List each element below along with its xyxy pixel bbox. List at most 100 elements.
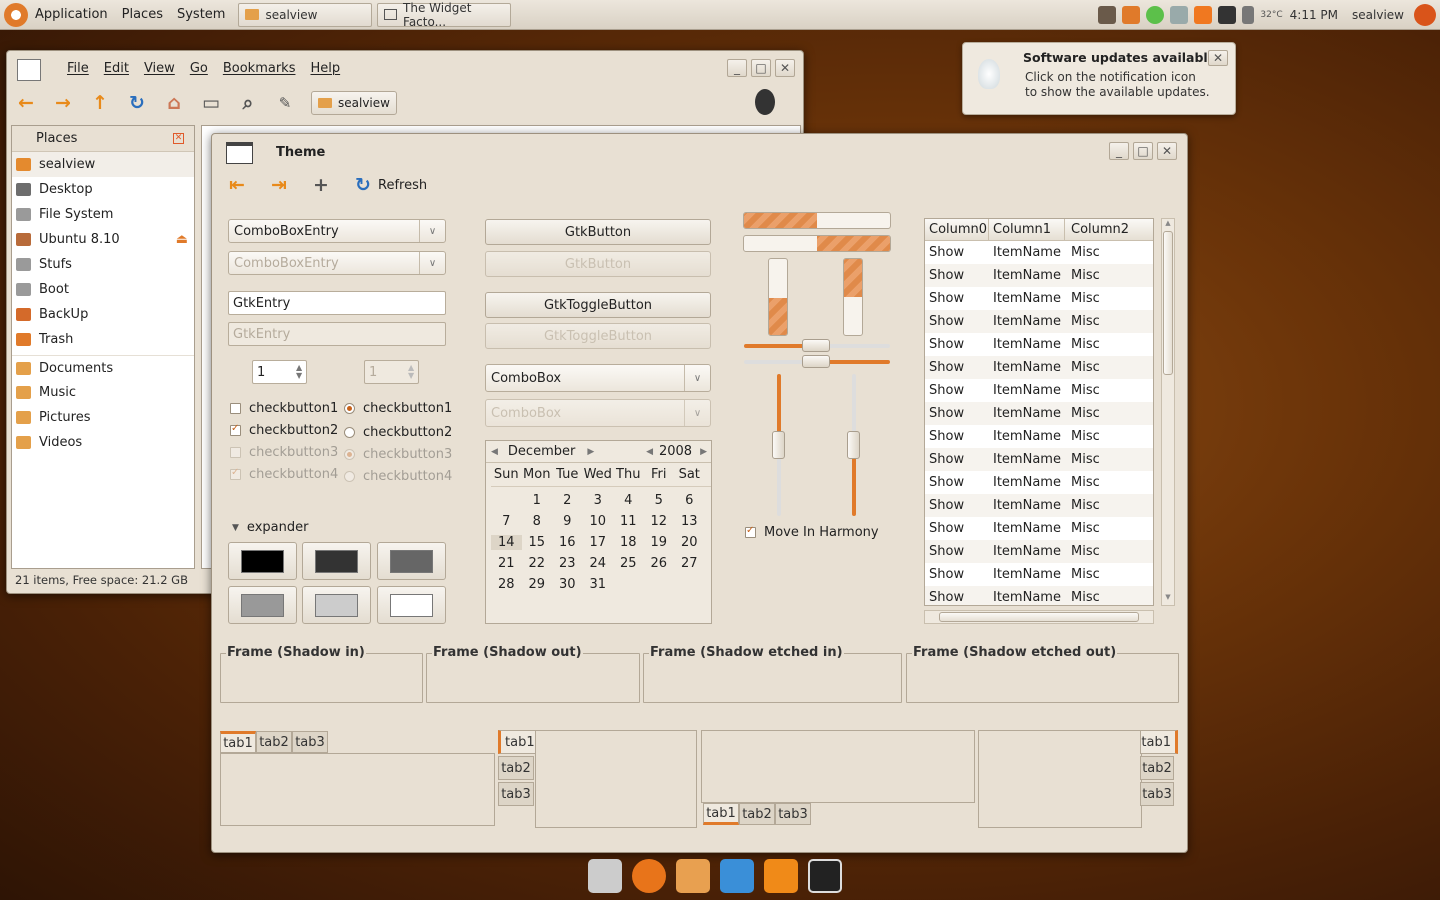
color-button[interactable] (377, 542, 446, 580)
checkbutton-1[interactable]: checkbutton1 (230, 401, 338, 416)
vertical-scrollbar[interactable]: ▲ ▼ (1161, 218, 1175, 606)
keyring-icon[interactable] (1170, 5, 1189, 24)
tab-tab3[interactable]: tab3 (1140, 782, 1174, 806)
help-menu[interactable]: Help (310, 61, 340, 76)
tab-tab1[interactable]: tab1 (220, 731, 256, 753)
home-icon[interactable]: ⌂ (163, 92, 185, 114)
close-sidebar-icon[interactable]: ✕ (173, 133, 184, 144)
go-menu[interactable]: Go (190, 61, 208, 76)
sidebar-item-backup[interactable]: BackUp (12, 302, 194, 327)
file-transfer-icon[interactable] (676, 859, 710, 893)
vscale-1-slider[interactable] (772, 431, 785, 459)
system-menu[interactable]: System (170, 7, 232, 22)
checkbox[interactable] (745, 525, 756, 538)
maximize-button[interactable]: □ (1133, 142, 1153, 160)
sidebar-item-videos[interactable]: Videos (12, 430, 194, 455)
sidebar-item-file-system[interactable]: File System (12, 202, 194, 227)
table-row[interactable]: Show ItemName Misc (925, 241, 1153, 264)
task-button-sealview[interactable]: sealview (238, 2, 373, 27)
checkbox[interactable] (230, 403, 241, 414)
close-button[interactable]: ✕ (775, 59, 795, 77)
calendar-day[interactable]: 22 (522, 556, 553, 571)
computer-icon[interactable]: ▭ (200, 92, 222, 114)
calendar-day[interactable]: 12 (644, 514, 675, 529)
tab-tab2[interactable]: tab2 (1140, 756, 1174, 780)
refresh-button[interactable]: ↻ Refresh (352, 174, 427, 196)
minimize-button[interactable]: _ (1109, 142, 1129, 160)
next-month-icon[interactable]: ▶ (587, 447, 594, 457)
reload-icon[interactable]: ↻ (126, 92, 148, 114)
forward-arrow-icon[interactable]: → (52, 92, 74, 114)
add-icon[interactable]: + (310, 174, 332, 196)
bookmarks-menu[interactable]: Bookmarks (223, 61, 296, 76)
table-row[interactable]: Show ItemName Misc (925, 517, 1153, 540)
go-last-icon[interactable]: ⇥ (268, 174, 290, 196)
messenger-icon[interactable] (720, 859, 754, 893)
tree-view[interactable]: Column0 Column1 Column2 Show ItemName Misc… (924, 218, 1154, 606)
color-button[interactable] (228, 586, 297, 624)
table-row[interactable]: Show ItemName Misc (925, 310, 1153, 333)
view-menu[interactable]: View (144, 61, 175, 76)
close-button[interactable]: ✕ (1157, 142, 1177, 160)
prev-month-icon[interactable]: ◀ (491, 447, 498, 457)
calendar-day[interactable]: 18 (613, 535, 644, 550)
tab-tab3[interactable]: tab3 (292, 731, 328, 753)
tab-tab2[interactable]: tab2 (256, 731, 292, 753)
color-button[interactable] (377, 586, 446, 624)
table-row[interactable]: Show ItemName Misc (925, 333, 1153, 356)
application-menu[interactable]: Application (28, 7, 115, 22)
sidebar-item-trash[interactable]: Trash (12, 327, 194, 352)
radiobutton-2[interactable]: checkbutton2 (344, 425, 452, 440)
back-arrow-icon[interactable]: ← (15, 92, 37, 114)
horizontal-scrollbar[interactable] (924, 610, 1154, 624)
spin-button[interactable]: 1 ▲ ▼ (252, 360, 307, 384)
color-button[interactable] (228, 542, 297, 580)
sidebar-item-stufs[interactable]: Stufs (12, 252, 194, 277)
sidebar-item-music[interactable]: Music (12, 380, 194, 405)
chevron-down-icon[interactable]: ∨ (684, 365, 710, 391)
maximize-button[interactable]: □ (751, 59, 771, 77)
expander[interactable]: ▼ expander (232, 520, 308, 535)
spin-arrows-icon[interactable]: ▲ ▼ (296, 364, 306, 380)
color-button[interactable] (302, 542, 371, 580)
gtk-button[interactable]: GtkButton (485, 219, 711, 245)
table-row[interactable]: Show ItemName Misc (925, 402, 1153, 425)
power-icon[interactable] (1414, 3, 1436, 26)
user-menu[interactable]: sealview (1352, 8, 1404, 22)
sidebar-item-documents[interactable]: Documents (12, 355, 194, 380)
column-header-2[interactable]: Column2 (1065, 219, 1153, 240)
calendar-day[interactable]: 4 (613, 493, 644, 508)
weather-icon[interactable]: 32°C (1260, 10, 1282, 20)
checkbox[interactable] (230, 423, 241, 436)
calendar-day[interactable]: 9 (552, 514, 583, 529)
screen-icon[interactable] (808, 859, 842, 893)
places-menu[interactable]: Places (115, 7, 170, 22)
edit-location-icon[interactable]: ✎ (274, 92, 296, 114)
screenshot-icon[interactable] (1098, 5, 1117, 24)
radio[interactable] (344, 427, 355, 438)
table-row[interactable]: Show ItemName Misc (925, 287, 1153, 310)
eject-icon[interactable]: ⏏ (176, 232, 188, 247)
hscale-2-slider[interactable] (802, 355, 830, 368)
calendar-day[interactable]: 26 (644, 556, 675, 571)
calendar-day[interactable]: 17 (583, 535, 614, 550)
table-row[interactable]: Show ItemName Misc (925, 540, 1153, 563)
table-row[interactable]: Show ItemName Misc (925, 425, 1153, 448)
gtk-toggle-button[interactable]: GtkToggleButton (485, 292, 711, 318)
hscroll-thumb[interactable] (939, 612, 1139, 622)
task-button-widget-factory[interactable]: The Widget Facto... (377, 1, 512, 29)
combobox-entry[interactable]: ComboBoxEntry ∨ (228, 219, 446, 243)
move-in-harmony-check[interactable]: Move In Harmony (745, 525, 879, 540)
calendar-day[interactable]: 19 (644, 535, 675, 550)
radiobutton-1[interactable]: checkbutton1 (344, 401, 452, 416)
calendar-day[interactable]: 30 (552, 577, 583, 592)
calendar-day[interactable]: 24 (583, 556, 614, 571)
calendar-day[interactable]: 23 (552, 556, 583, 571)
column-header-1[interactable]: Column1 (989, 219, 1065, 240)
color-button[interactable] (302, 586, 371, 624)
calendar-day[interactable]: 21 (491, 556, 522, 571)
calendar-day[interactable]: 27 (674, 556, 705, 571)
sidebar-item-sealview[interactable]: sealview (12, 152, 194, 177)
calendar-day[interactable]: 20 (674, 535, 705, 550)
table-row[interactable]: Show ItemName Misc (925, 264, 1153, 287)
